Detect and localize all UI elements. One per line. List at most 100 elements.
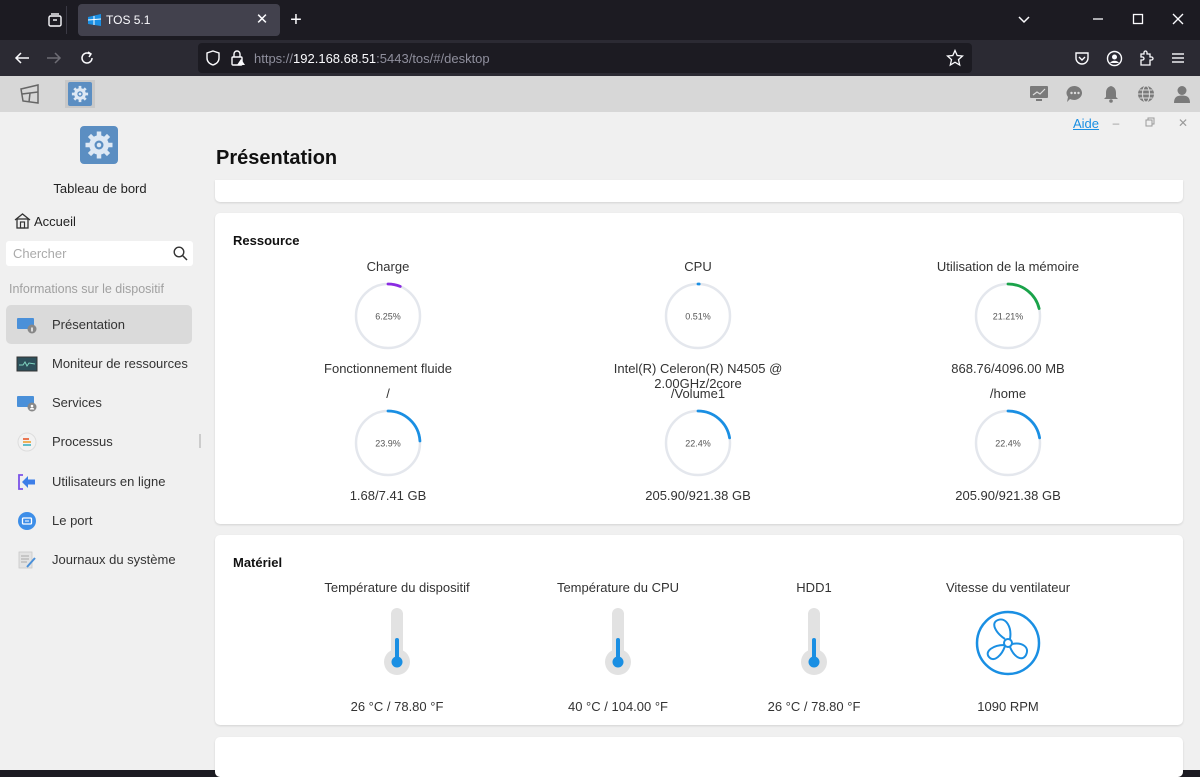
reload-button[interactable]	[75, 47, 99, 69]
search-icon[interactable]	[173, 246, 188, 261]
gauge-value: 22.4%	[995, 439, 1021, 449]
extensions-button[interactable]	[1134, 47, 1158, 69]
account-button[interactable]	[1102, 47, 1126, 69]
tab-title: TOS 5.1	[106, 13, 151, 27]
thermometer-icon	[605, 608, 631, 675]
tab-list-button[interactable]	[44, 9, 66, 31]
hardware-item: Vitesse du ventilateur 1090 RPM	[898, 580, 1118, 720]
globe-icon	[1138, 85, 1154, 103]
gauge-label: Utilisation de la mémoire	[936, 259, 1080, 274]
tos-favicon-icon	[87, 14, 102, 26]
next-section-card-partial	[215, 737, 1183, 777]
browser-tab[interactable]: TOS 5.1 ✕	[78, 4, 280, 36]
window-restore-icon[interactable]	[1142, 115, 1158, 131]
language-button[interactable]	[1134, 83, 1158, 105]
help-link[interactable]: Aide	[1073, 116, 1099, 131]
hardware-item: Température du CPU 40 °C / 104.00 °F	[508, 580, 728, 720]
search-input[interactable]	[6, 241, 166, 266]
back-button[interactable]	[10, 47, 34, 69]
tos-logo-icon	[20, 84, 39, 104]
hardware-title: Matériel	[233, 555, 283, 570]
gauge-subtitle: 205.90/921.38 GB	[645, 488, 751, 503]
app-menu-button[interactable]	[1166, 47, 1190, 69]
monitor-chart-icon	[1030, 86, 1048, 101]
hamburger-menu-icon	[1172, 53, 1184, 63]
new-tab-button[interactable]: +	[286, 9, 306, 31]
gauge-value: 21.21%	[993, 312, 1024, 322]
resource-gauge: CPU 0.51% Intel(R) Celeron(R) N4505 @ 2.00…	[588, 259, 808, 391]
app-title: Tableau de bord	[53, 181, 147, 196]
sidebar-item-label: Processus	[52, 434, 113, 449]
gauge-value: 0.51%	[685, 312, 711, 322]
hardware-label: HDD1	[796, 580, 832, 595]
maximize-window-icon[interactable]	[1126, 9, 1150, 31]
sidebar-item-online-users[interactable]: Utilisateurs en ligne	[6, 462, 192, 501]
insecure-lock-icon[interactable]	[230, 50, 246, 66]
window-close-icon[interactable]: ✕	[1175, 115, 1191, 131]
services-icon	[16, 393, 38, 413]
close-window-icon[interactable]	[1166, 9, 1190, 31]
section-label: Informations sur le dispositif	[9, 282, 164, 296]
hardware-label: Température du CPU	[556, 580, 680, 595]
tab-separator	[66, 6, 67, 34]
reload-icon	[81, 51, 93, 64]
hardware-value: 26 °C / 78.80 °F	[767, 699, 861, 714]
puzzle-extensions-icon	[1140, 49, 1154, 66]
pocket-button[interactable]	[1070, 47, 1094, 69]
home-link[interactable]: Accueil	[14, 213, 76, 229]
gauge-label: /	[386, 386, 390, 401]
presentation-icon	[16, 315, 38, 335]
gauge-subtitle: Fonctionnement fluide	[324, 361, 452, 376]
gauge-value: 6.25%	[375, 312, 401, 322]
notifications-button[interactable]	[1099, 83, 1123, 105]
sidebar-search	[6, 241, 193, 266]
sidebar: Tableau de bord Accueil Informations sur…	[0, 112, 205, 770]
sidebar-item-label: Moniteur de ressources	[52, 356, 188, 371]
tracking-shield-icon[interactable]	[206, 50, 220, 66]
back-arrow-icon	[14, 52, 29, 64]
tos-desktop-button[interactable]	[15, 80, 45, 108]
resource-title: Ressource	[233, 233, 300, 248]
sidebar-item-label: Présentation	[52, 317, 125, 332]
home-label: Accueil	[34, 213, 76, 229]
window-minimize-icon[interactable]: –	[1108, 115, 1124, 131]
minimize-window-icon[interactable]	[1086, 9, 1110, 31]
sidebar-item-services[interactable]: Services	[6, 383, 192, 422]
sidebar-item-system-logs[interactable]: Journaux du système	[6, 540, 192, 579]
sidebar-item-processes[interactable]: Processus	[6, 422, 192, 461]
process-icon	[16, 432, 38, 452]
port-icon	[16, 511, 38, 531]
url-text[interactable]: https://192.168.68.51:5443/tos/#/desktop	[254, 51, 490, 66]
tab-list-icon	[48, 13, 62, 27]
sidebar-item-presentation[interactable]: Présentation	[6, 305, 192, 344]
gauge-ring: 0.51%	[664, 282, 732, 350]
page-title: Présentation	[216, 147, 338, 169]
url-bar[interactable]: https://192.168.68.51:5443/tos/#/desktop	[198, 43, 972, 73]
resource-gauge: Utilisation de la mémoire 21.21% 868.76/40…	[898, 259, 1118, 376]
gear-icon	[68, 82, 92, 106]
list-all-tabs-icon[interactable]	[1012, 9, 1036, 31]
user-button[interactable]	[1170, 83, 1194, 105]
tab-close-icon[interactable]: ✕	[252, 10, 272, 30]
browser-nav-bar: https://192.168.68.51:5443/tos/#/desktop	[0, 40, 1200, 76]
hardware-label: Température du dispositif	[324, 580, 470, 595]
user-icon	[1174, 86, 1190, 103]
gauge-subtitle: 1.68/7.41 GB	[349, 488, 427, 503]
forward-button[interactable]	[42, 47, 66, 69]
gauge-ring: 21.21%	[974, 282, 1042, 350]
taskbar-dashboard-app[interactable]	[65, 80, 95, 108]
fan-icon	[975, 610, 1041, 676]
pocket-icon	[1075, 52, 1089, 65]
sidebar-item-resource-monitor[interactable]: Moniteur de ressources	[6, 344, 192, 383]
messages-button[interactable]	[1063, 83, 1087, 105]
sidebar-resize-handle[interactable]	[199, 434, 201, 448]
resource-widget-button[interactable]	[1027, 83, 1051, 105]
resource-monitor-icon	[16, 354, 38, 374]
gauge-label: /Volume1	[670, 386, 726, 401]
sidebar-item-port[interactable]: Le port	[6, 501, 192, 540]
bookmark-star-icon[interactable]	[946, 49, 964, 67]
gauge-label: CPU	[684, 259, 712, 274]
sidebar-item-label: Le port	[52, 513, 93, 528]
online-users-icon	[16, 472, 38, 492]
gauge-ring: 22.4%	[664, 409, 732, 477]
